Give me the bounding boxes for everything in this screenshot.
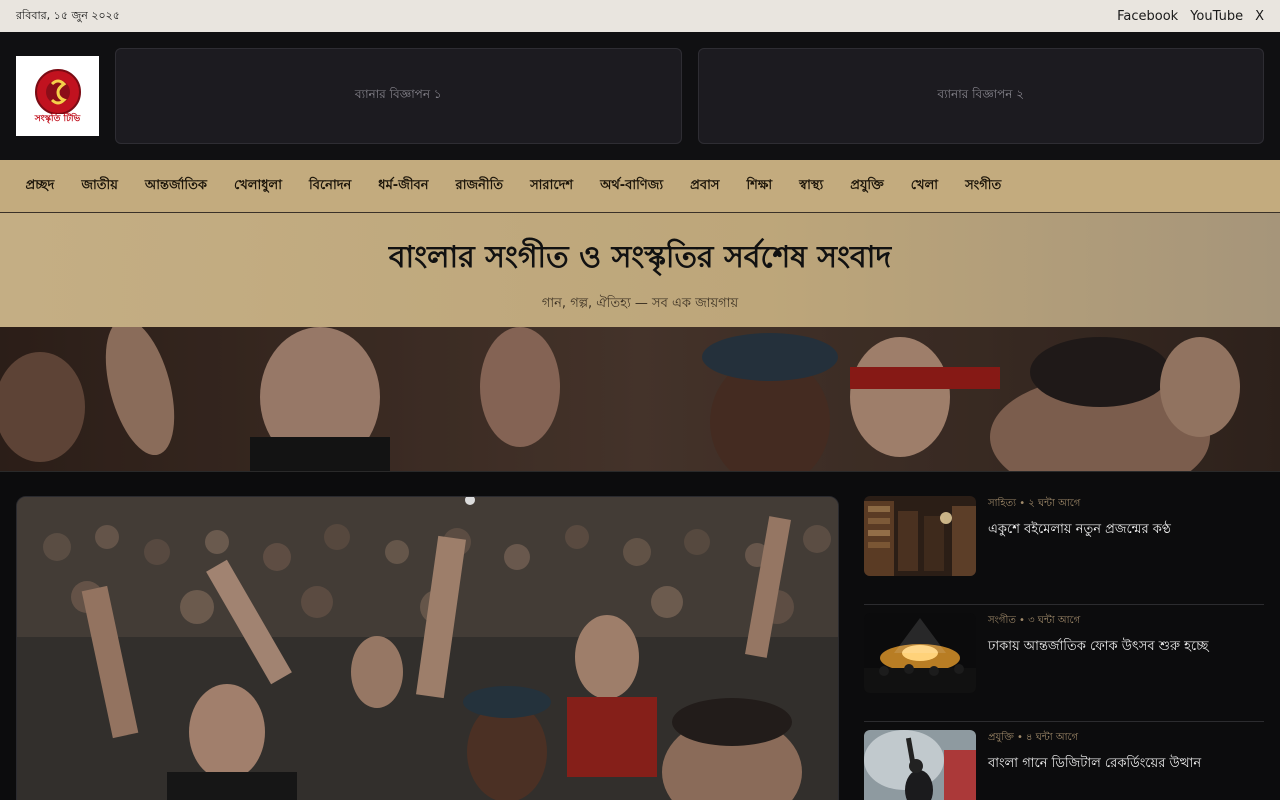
story-meta: সাহিত্য • ২ ঘন্টা আগে xyxy=(988,498,1081,509)
nav-item-games[interactable]: খেলা xyxy=(897,176,951,197)
site-logo[interactable]: সংস্কৃতি টিভি xyxy=(16,56,99,136)
latest-stories-sidebar: সাহিত্য • ২ ঘন্টা আগে একুশে বইমেলায় নতু… xyxy=(864,496,1264,800)
story-meta: প্রযুক্তি • ৪ ঘন্টা আগে xyxy=(988,732,1079,743)
story-thumbnail-concert[interactable] xyxy=(864,613,976,693)
main-navigation: প্রচ্ছদ জাতীয় আন্তর্জাতিক খেলাধুলা বিনো… xyxy=(0,160,1280,213)
story-item[interactable]: সংগীত • ৩ ঘন্টা আগে ঢাকায় আন্তর্জাতিক ফ… xyxy=(864,613,1264,722)
current-date: রবিবার, ১৫ জুন ২০২৫ xyxy=(16,8,120,22)
hero-title: বাংলার সংগীত ও সংস্কৃতির সর্বশেষ সংবাদ xyxy=(388,240,892,275)
story-title[interactable]: ঢাকায় আন্তর্জাতিক ফোক উৎসব শুরু হচ্ছে xyxy=(988,638,1208,656)
hero-subtitle: গান, গল্প, ঐতিহ্য — সব এক জায়গায় xyxy=(541,296,739,311)
logo-emblem: সংস্কৃতি টিভি xyxy=(25,66,91,126)
top-utility-bar: রবিবার, ১৫ জুন ২০২৫ Facebook YouTube X xyxy=(0,0,1280,32)
nav-item-sports[interactable]: খেলাধুলা xyxy=(220,176,295,197)
nav-item-health[interactable]: স্বাস্থ্য xyxy=(786,176,837,197)
banner-ad-1[interactable]: ব্যানার বিজ্ঞাপন ১ xyxy=(115,48,682,144)
banner-ad-2[interactable]: ব্যানার বিজ্ঞাপন ২ xyxy=(697,48,1264,144)
logo-text: সংস্কৃতি টিভি xyxy=(34,114,81,124)
nav-item-music[interactable]: সংগীত xyxy=(952,176,1015,197)
youtube-link[interactable]: YouTube xyxy=(1190,9,1243,24)
nav-item-country[interactable]: সারাদেশ xyxy=(517,176,587,197)
featured-article-image[interactable] xyxy=(16,496,839,800)
story-thumbnail-library[interactable] xyxy=(864,496,976,576)
nav-item-religion[interactable]: ধর্ম-জীবন xyxy=(365,176,442,197)
story-title[interactable]: বাংলা গানে ডিজিটাল রেকর্ডিংয়ের উত্থান xyxy=(988,755,1201,773)
story-meta: সংগীত • ৩ ঘন্টা আগে xyxy=(988,615,1081,626)
facebook-link[interactable]: Facebook xyxy=(1117,9,1178,24)
story-item[interactable]: প্রযুক্তি • ৪ ঘন্টা আগে বাংলা গানে ডিজিট… xyxy=(864,730,1264,800)
nav-item-national[interactable]: জাতীয় xyxy=(68,176,132,197)
nav-item-entertainment[interactable]: বিনোদন xyxy=(296,176,365,197)
nav-item-diaspora[interactable]: প্রবাস xyxy=(677,176,733,197)
site-header: সংস্কৃতি টিভি ব্যানার বিজ্ঞাপন ১ ব্যানার… xyxy=(0,32,1280,160)
nav-item-politics[interactable]: রাজনীতি xyxy=(442,176,517,197)
main-content: সাহিত্য • ২ ঘন্টা আগে একুশে বইমেলায় নতু… xyxy=(0,472,1280,800)
crowd-photo-strip xyxy=(0,327,1280,472)
social-links: Facebook YouTube X xyxy=(1117,9,1264,24)
nav-item-technology[interactable]: প্রযুক্তি xyxy=(837,176,898,197)
nav-item-home[interactable]: প্রচ্ছদ xyxy=(12,176,68,197)
story-thumbnail-performer[interactable] xyxy=(864,730,976,800)
story-title[interactable]: একুশে বইমেলায় নতুন প্রজন্মের কণ্ঠ xyxy=(988,521,1171,539)
story-item[interactable]: সাহিত্য • ২ ঘন্টা আগে একুশে বইমেলায় নতু… xyxy=(864,496,1264,605)
nav-item-international[interactable]: আন্তর্জাতিক xyxy=(131,176,220,197)
x-link[interactable]: X xyxy=(1255,9,1264,24)
hero-banner: বাংলার সংগীত ও সংস্কৃতির সর্বশেষ সংবাদ গ… xyxy=(0,213,1280,327)
nav-item-education[interactable]: শিক্ষা xyxy=(733,176,786,197)
nav-item-business[interactable]: অর্থ-বাণিজ্য xyxy=(587,176,677,197)
